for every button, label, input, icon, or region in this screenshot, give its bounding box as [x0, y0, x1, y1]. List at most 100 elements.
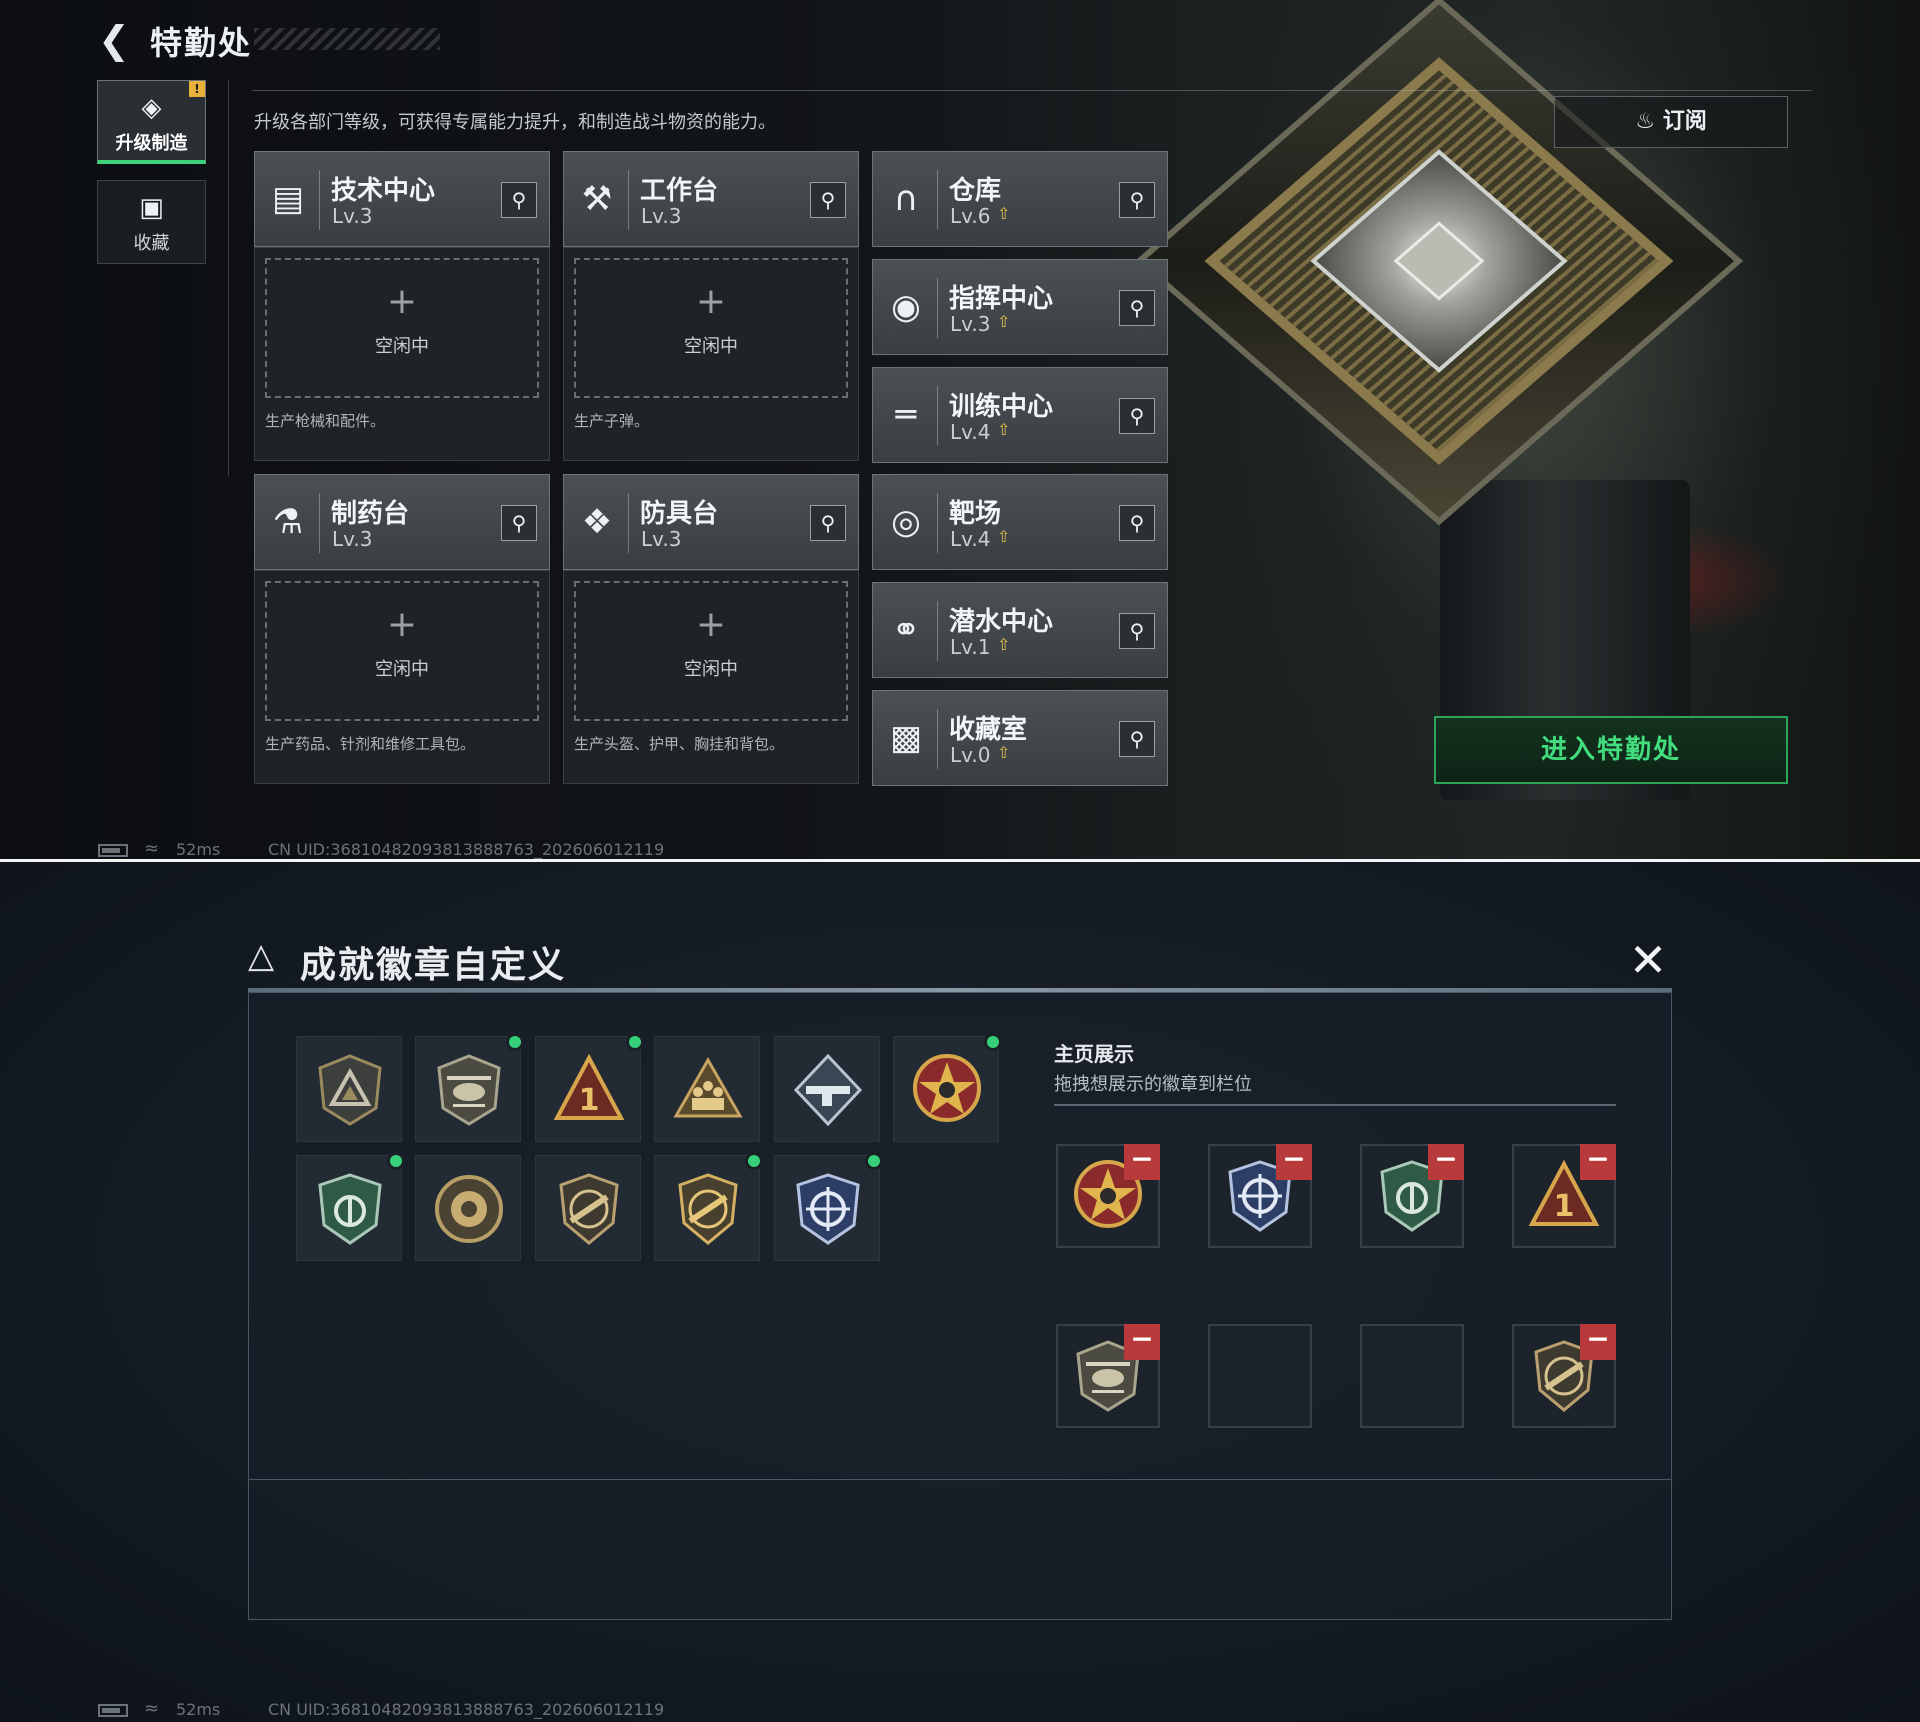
- header-rule: [252, 90, 1812, 91]
- pharmacy-icon: ⚗: [272, 502, 304, 542]
- showcase-subtitle: 拖拽想展示的徽章到栏位: [1054, 1074, 1252, 1095]
- badge-item[interactable]: [654, 1036, 760, 1142]
- new-indicator-dot: [387, 1152, 405, 1170]
- dept-tech-center[interactable]: ▤ 技术中心 Lv.3 ⚲: [254, 151, 550, 247]
- enter-special-ops-button[interactable]: 进入特勤处: [1434, 716, 1788, 784]
- showcase-slot-empty[interactable]: [1360, 1324, 1464, 1428]
- new-indicator-dot: [865, 1152, 883, 1170]
- badge-item[interactable]: [415, 1033, 524, 1142]
- badge-customize-screen: △ 成就徽章自定义 ✕ 1 主页展示 拖拽想展示的徽章到栏位 − − − 1 −…: [0, 862, 1920, 1722]
- sidebar-divider: [228, 80, 229, 476]
- upgrade-available-icon: ⇧: [997, 204, 1011, 223]
- dept-name: 训练中心: [949, 392, 1054, 422]
- workbench-icon: ⚒: [581, 179, 613, 219]
- wifi-icon: ≈: [144, 1698, 160, 1719]
- star-skull-medal-badge-icon: [913, 1054, 981, 1122]
- dept-level: Lv.0: [950, 743, 991, 767]
- remove-badge-button[interactable]: −: [1276, 1144, 1312, 1180]
- tab-upgrade-craft[interactable]: ! ◈ 升级制造: [97, 80, 206, 164]
- remove-badge-button[interactable]: −: [1428, 1144, 1464, 1180]
- dept-collection-room[interactable]: ▩ 收藏室 Lv.0 ⇧ ⚲: [872, 690, 1168, 786]
- search-icon[interactable]: ⚲: [1119, 182, 1155, 218]
- badge-item[interactable]: [893, 1033, 1002, 1142]
- production-slot-workbench[interactable]: + 空闲中 生产子弹。: [563, 247, 859, 461]
- modal-title: 成就徽章自定义: [300, 945, 567, 986]
- badge-item[interactable]: [296, 1152, 405, 1261]
- tab-collection[interactable]: ▣ 收藏: [97, 180, 206, 264]
- badge-item[interactable]: [774, 1152, 883, 1261]
- search-icon[interactable]: ⚲: [1119, 505, 1155, 541]
- badge-item[interactable]: [415, 1155, 521, 1261]
- dept-diving-center[interactable]: ⚭ 潜水中心 Lv.1 ⇧ ⚲: [872, 582, 1168, 678]
- training-center-icon: ═: [895, 395, 917, 435]
- ping-value: 52ms: [176, 840, 221, 859]
- dept-shooting-range[interactable]: ◎ 靶场 Lv.4 ⇧ ⚲: [872, 474, 1168, 570]
- showcase-slot[interactable]: −: [1512, 1324, 1616, 1428]
- slot-description: 生产头盔、护甲、胸挂和背包。: [574, 735, 785, 753]
- search-icon[interactable]: ⚲: [501, 505, 537, 541]
- dept-armor-bench[interactable]: ❖ 防具台 Lv.3 ⚲: [563, 474, 859, 570]
- modal-panel-lower: [248, 1480, 1672, 1620]
- badge-item[interactable]: [654, 1152, 763, 1261]
- search-icon[interactable]: ⚲: [501, 182, 537, 218]
- production-slot-tech[interactable]: + 空闲中 生产枪械和配件。: [254, 247, 550, 461]
- dept-name: 仓库: [949, 176, 1002, 206]
- slot-description: 生产枪械和配件。: [265, 412, 386, 430]
- dept-name: 收藏室: [949, 715, 1028, 745]
- search-icon[interactable]: ⚲: [810, 182, 846, 218]
- status-bar: ≈ 52ms CN UID:3681048209381388876​3_2026…: [98, 838, 798, 859]
- new-indicator-dot: [506, 1033, 524, 1051]
- remove-badge-button[interactable]: −: [1124, 1144, 1160, 1180]
- subscribe-button[interactable]: ♨ 订阅: [1554, 96, 1788, 148]
- dept-warehouse[interactable]: ∩ 仓库 Lv.6 ⇧ ⚲: [872, 151, 1168, 247]
- upgrade-available-icon: ⇧: [997, 743, 1011, 762]
- badge-item[interactable]: [296, 1036, 402, 1142]
- production-slot-pharmacy[interactable]: + 空闲中 生产药品、针剂和维修工具包。: [254, 570, 550, 784]
- plus-icon: +: [386, 281, 418, 322]
- dept-level: Lv.4: [950, 420, 991, 444]
- remove-badge-button[interactable]: −: [1580, 1324, 1616, 1360]
- back-arrow-icon[interactable]: ❮: [98, 20, 134, 60]
- showcase-slot[interactable]: 1 −: [1512, 1144, 1616, 1248]
- dept-pharmacy[interactable]: ⚗ 制药台 Lv.3 ⚲: [254, 474, 550, 570]
- dept-level: Lv.4: [950, 527, 991, 551]
- upgrade-available-icon: ⇧: [997, 312, 1011, 331]
- production-slot-armor[interactable]: + 空闲中 生产头盔、护甲、胸挂和背包。: [563, 570, 859, 784]
- showcase-slot[interactable]: −: [1360, 1144, 1464, 1248]
- showcase-slot[interactable]: −: [1056, 1324, 1160, 1428]
- dept-level: Lv.3: [332, 527, 373, 551]
- plus-icon: +: [695, 604, 727, 645]
- round-emblem-badge-icon: [435, 1175, 503, 1243]
- showcase-slot[interactable]: −: [1208, 1144, 1312, 1248]
- search-icon[interactable]: ⚲: [810, 505, 846, 541]
- warehouse-icon: ∩: [893, 179, 919, 219]
- page-title: 特勤处: [150, 24, 253, 62]
- bell-icon: ♨: [1635, 109, 1656, 134]
- showcase-slot-empty[interactable]: [1208, 1324, 1312, 1428]
- dept-command-center[interactable]: ◉ 指挥中心 Lv.3 ⇧ ⚲: [872, 259, 1168, 355]
- dept-name: 指挥中心: [949, 284, 1054, 314]
- search-icon[interactable]: ⚲: [1119, 721, 1155, 757]
- remove-badge-button[interactable]: −: [1124, 1324, 1160, 1360]
- badge-item[interactable]: 1: [535, 1033, 644, 1142]
- dept-workbench[interactable]: ⚒ 工作台 Lv.3 ⚲: [563, 151, 859, 247]
- battery-icon: [98, 844, 128, 857]
- showcase-slot[interactable]: −: [1056, 1144, 1160, 1248]
- search-icon[interactable]: ⚲: [1119, 613, 1155, 649]
- command-center-icon: ◉: [891, 287, 921, 327]
- remove-badge-button[interactable]: −: [1580, 1144, 1616, 1180]
- diamond-rifle-badge-icon: [793, 1053, 863, 1127]
- upgrade-available-icon: ⇧: [997, 420, 1011, 439]
- tab-label: 升级制造: [115, 133, 188, 154]
- triangle-logo-icon: △: [248, 936, 275, 976]
- close-icon[interactable]: ✕: [1624, 937, 1672, 986]
- dept-name: 工作台: [640, 176, 719, 206]
- dept-training-center[interactable]: ═ 训练中心 Lv.4 ⇧ ⚲: [872, 367, 1168, 463]
- search-icon[interactable]: ⚲: [1119, 398, 1155, 434]
- ping-value: 52ms: [176, 1700, 221, 1719]
- badge-item[interactable]: [774, 1036, 880, 1142]
- shooting-range-icon: ◎: [891, 502, 921, 542]
- plus-icon: +: [695, 281, 727, 322]
- search-icon[interactable]: ⚲: [1119, 290, 1155, 326]
- badge-item[interactable]: [535, 1155, 641, 1261]
